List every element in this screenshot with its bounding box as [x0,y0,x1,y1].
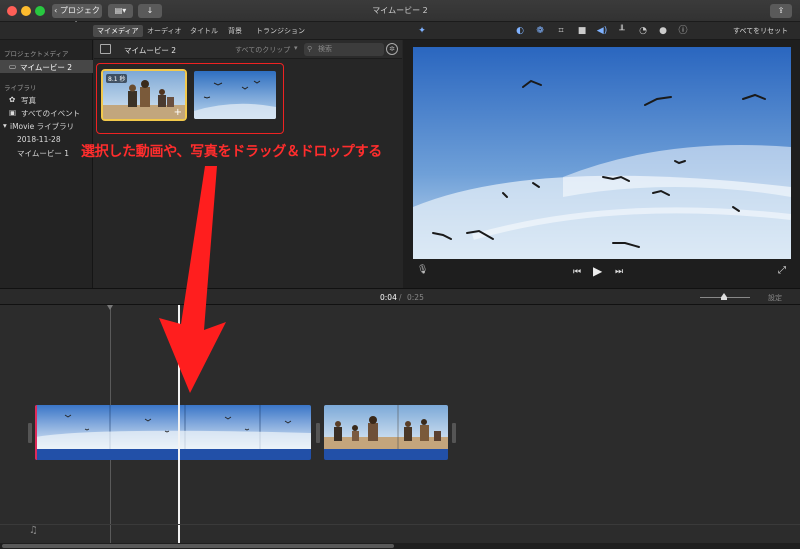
annotation-text: 選択した動画や、写真をドラッグ＆ドロップする [81,144,382,160]
annotation-arrow [159,166,226,393]
